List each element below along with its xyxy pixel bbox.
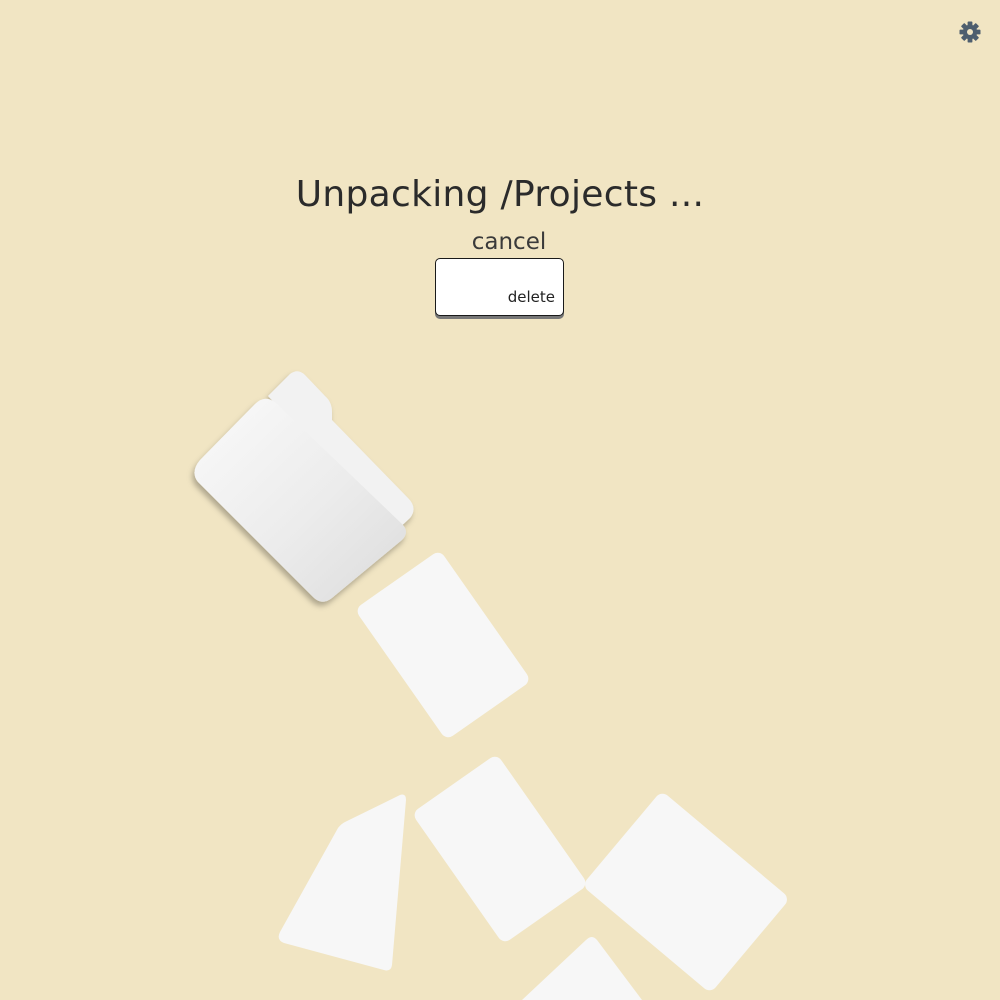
file-card	[278, 794, 406, 971]
file-card	[522, 937, 642, 1000]
folder-icon	[194, 371, 414, 602]
unpacking-screen: Unpacking /Projects ... cancel delete	[0, 0, 1000, 1000]
folder-front	[194, 398, 406, 602]
file-card	[414, 756, 586, 942]
unpacking-animation	[194, 371, 787, 1000]
file-card	[357, 552, 529, 738]
